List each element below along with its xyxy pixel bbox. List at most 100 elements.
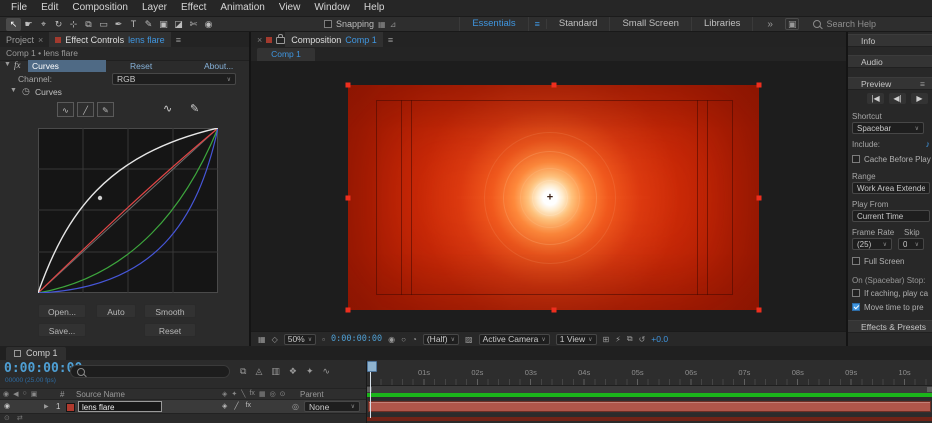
hand-tool[interactable]: ☛ — [21, 18, 36, 31]
layer-switch-icon-0[interactable]: ◈ — [222, 402, 227, 410]
selection-handle-7[interactable] — [756, 307, 762, 313]
tab-effect-controls[interactable]: Effect Controls lens flare — [49, 32, 171, 47]
av-icon-3[interactable]: ▣ — [31, 390, 38, 398]
selection-handle-1[interactable] — [551, 82, 556, 88]
selection-handle-5[interactable] — [345, 307, 351, 313]
workspace-small-screen[interactable]: Small Screen — [610, 17, 692, 31]
layer-expand-icon[interactable]: ▶ — [44, 403, 49, 410]
curve-point[interactable] — [97, 195, 103, 201]
menu-file[interactable]: File — [4, 0, 34, 16]
selection-tool[interactable]: ↖ — [6, 17, 21, 31]
channel-select[interactable]: RGB ∨ — [112, 73, 236, 85]
graph-editor-icon[interactable]: ∿ — [323, 366, 331, 377]
preview-panel-header[interactable]: Preview ≡ — [848, 77, 932, 90]
layer-row[interactable]: ◉ ▶ 1 lens flare ◈ ╱ fx ◎ None ∨ — [0, 400, 366, 414]
workspace-options-icon[interactable]: ≡ — [529, 19, 547, 29]
snapshot-icon[interactable]: ◉ — [388, 335, 395, 344]
composition-frame[interactable]: + — [345, 82, 762, 313]
smooth-curve-icon[interactable]: ∿ — [163, 102, 172, 115]
full-screen-checkbox[interactable]: Full Screen — [852, 256, 932, 266]
layer-switch-icon-1[interactable]: ╱ — [234, 402, 238, 410]
timeline-tab-comp1[interactable]: Comp 1 — [6, 346, 66, 360]
pencil-box-icon[interactable]: ✎ — [97, 102, 114, 117]
menu-window[interactable]: Window — [307, 0, 357, 16]
time-ruler[interactable]: 01s 02s 03s 04s 05s 06s 07s 08s 09s 10s — [367, 360, 932, 386]
work-area-bar[interactable] — [367, 386, 932, 393]
if-caching-checkbox[interactable]: If caching, play ca — [852, 288, 932, 298]
checkbox-icon[interactable] — [852, 155, 860, 163]
workspace-essentials[interactable]: Essentials — [459, 17, 529, 31]
roto-brush-tool[interactable]: ✄ — [186, 18, 201, 31]
stopwatch-icon[interactable]: ◷ — [22, 86, 30, 97]
line-box-icon[interactable]: ╱ — [77, 102, 94, 117]
magnification-select[interactable]: 50% ∨ — [283, 333, 317, 345]
selection-handle-4[interactable] — [756, 195, 762, 200]
close-icon[interactable]: × — [251, 35, 266, 45]
column-number[interactable]: # — [60, 390, 64, 399]
draft-3d-icon[interactable]: ◬ — [255, 366, 262, 377]
selection-handle-2[interactable] — [756, 82, 762, 88]
current-time-indicator-line[interactable] — [370, 369, 371, 418]
frame-blending-icon[interactable]: ❖ — [289, 366, 297, 377]
tab-project[interactable]: Project × — [0, 32, 49, 47]
menu-edit[interactable]: Edit — [34, 0, 65, 16]
move-time-checkbox[interactable]: Move time to pre — [852, 302, 932, 312]
pan-camera-tool[interactable]: ⊹ — [66, 18, 81, 31]
menu-help[interactable]: Help — [357, 0, 392, 16]
range-select[interactable]: Work Area Extended — [852, 182, 930, 194]
open-button[interactable]: Open... — [38, 304, 86, 318]
shortcut-select[interactable]: Spacebar ∨ — [852, 122, 924, 134]
selection-handle-6[interactable] — [551, 307, 556, 313]
close-icon[interactable]: × — [38, 35, 43, 45]
toggle-modes-icon[interactable]: ⇄ — [17, 414, 23, 422]
lock-icon[interactable] — [276, 34, 286, 44]
fx-badge-icon[interactable]: fx — [14, 60, 21, 70]
curves-graph-svg[interactable] — [37, 127, 219, 294]
reset-button[interactable]: Reset — [144, 323, 196, 337]
workspace-manager-icon[interactable]: ▣ — [784, 18, 800, 30]
show-channel-icon[interactable]: ◔ — [412, 335, 417, 344]
layer-name-field[interactable]: lens flare — [78, 401, 162, 412]
pick-whip-icon[interactable]: ◎ — [292, 402, 299, 411]
menu-layer[interactable]: Layer — [135, 0, 174, 16]
skip-select[interactable]: 0 ∨ — [898, 238, 924, 250]
exposure-reset-icon[interactable]: ↺ — [639, 335, 646, 344]
motion-blur-icon[interactable]: ✦ — [306, 366, 314, 377]
clone-stamp-tool[interactable]: ▣ — [156, 18, 171, 31]
draw-pencil-icon[interactable]: ✎ — [190, 102, 199, 115]
eraser-tool[interactable]: ◪ — [171, 18, 186, 31]
timeline-search-input[interactable] — [70, 365, 230, 378]
view-layout-select[interactable]: 1 View ∨ — [555, 333, 597, 345]
snapping-checkbox[interactable] — [324, 20, 332, 28]
column-source-name[interactable]: Source Name — [76, 390, 125, 399]
tab-composition[interactable]: Composition Comp 1 — [285, 32, 383, 47]
effect-name[interactable]: Curves — [28, 60, 106, 72]
panel-menu-icon[interactable]: ≡ — [915, 78, 930, 91]
comp-timecode[interactable]: 0:00:00:00 — [331, 334, 382, 344]
av-icon-1[interactable]: ◀ — [13, 390, 18, 398]
help-search-input[interactable]: Search Help — [813, 19, 876, 29]
av-icon-2[interactable]: ○ — [23, 390, 27, 398]
grid-options-icon[interactable]: ▦ — [258, 335, 266, 344]
frame-rate-select[interactable]: (25) ∨ — [852, 238, 892, 250]
workspace-overflow-chevron[interactable]: » — [767, 19, 773, 30]
curve-box-icon[interactable]: ∿ — [57, 102, 74, 117]
collapse-curves-icon[interactable]: ▼ — [10, 87, 17, 94]
first-frame-button[interactable]: |◀ — [867, 93, 884, 104]
work-area-end-handle[interactable] — [927, 387, 932, 392]
move-anchor-icon[interactable]: + — [547, 191, 553, 203]
composition-viewport[interactable]: + — [251, 61, 846, 332]
orbit-camera-tool[interactable]: ↻ — [51, 18, 66, 31]
curves-graph[interactable] — [37, 127, 219, 294]
save-button[interactable]: Save... — [38, 323, 86, 337]
checkbox-icon[interactable] — [852, 289, 860, 297]
3d-view-select[interactable]: Active Camera ∨ — [478, 333, 550, 345]
layer-track[interactable] — [367, 400, 932, 413]
roi-icon[interactable]: ▫ — [322, 335, 325, 344]
puppet-pin-tool[interactable]: ◉ — [201, 18, 216, 31]
info-panel-header[interactable]: Info — [848, 34, 932, 47]
play-from-select[interactable]: Current Time — [852, 210, 930, 222]
selection-handle-0[interactable] — [345, 82, 351, 88]
previous-frame-button[interactable]: ◀| — [889, 93, 906, 104]
pen-tool[interactable]: ✒ — [111, 18, 126, 31]
